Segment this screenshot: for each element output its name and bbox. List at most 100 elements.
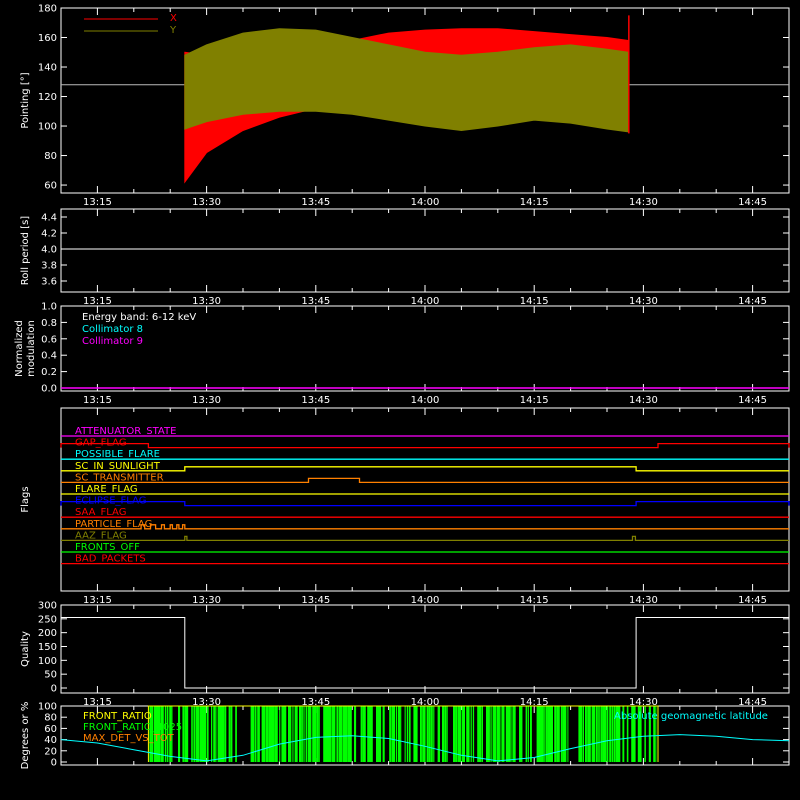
front-ratio-1025-bar — [263, 706, 266, 762]
front-ratio-1025-bar — [461, 706, 465, 762]
front-ratio-1025-bar — [360, 706, 363, 762]
front-ratio-1025-bar — [609, 706, 611, 762]
flag-label: ATTENUATOR_STATE — [75, 426, 176, 437]
front-ratio-1025-bar — [585, 706, 587, 762]
pointing-ytick-label: 160 — [38, 33, 57, 44]
front-ratio-1025-bar — [378, 706, 382, 762]
front-ratio-1025-bar — [314, 706, 317, 762]
modulation-xtick-label: 14:00 — [411, 395, 440, 406]
panel-roll: 13:15 13:30 13:45 14:00 14:15 14:30 14:45 3.6 3.… — [20, 208, 790, 307]
front-ratio-1025-bar — [499, 706, 501, 762]
ratios-ytick-label: 100 — [38, 702, 57, 713]
flag-label: AAZ_FLAG — [75, 530, 127, 541]
flag-label: SAA_FLAG — [75, 507, 126, 518]
front-ratio-1025-bar — [299, 706, 302, 762]
front-ratio-1025-bar — [558, 706, 560, 762]
front-ratio-1025-bar — [222, 706, 225, 762]
quality-ylabel: Quality — [20, 631, 31, 667]
roll-xtick-label: 13:15 — [83, 296, 112, 307]
flag-label: BAD_PACKETS — [75, 554, 146, 565]
front-ratio-1025-bar — [274, 706, 278, 762]
front-ratio-1025-bar — [508, 706, 510, 762]
front-ratio-1025-bar — [336, 706, 339, 762]
front-ratio-1025-bar — [545, 706, 548, 762]
pointing-xtick-label: 13:15 — [83, 197, 112, 208]
quality-ytick-label: 250 — [38, 614, 57, 625]
roll-ytick-label: 4.0 — [41, 245, 57, 256]
front-ratio-1025-bar — [598, 706, 600, 762]
front-ratio-1025-bar — [589, 706, 591, 762]
front-ratio-1025-bar — [442, 706, 444, 762]
roll-xtick-label: 14:30 — [629, 296, 658, 307]
quality-frame — [60, 604, 790, 694]
front-ratio-1025-bar — [479, 706, 482, 762]
front-ratio-1025-bar — [257, 706, 260, 762]
pointing-ytick-label: 60 — [44, 181, 57, 192]
flag-line-sc_transmitter — [61, 477, 789, 484]
flags-ylabel: Flags — [20, 486, 31, 512]
modulation-xtick-label: 14:45 — [738, 395, 767, 406]
flag-line-sc_in_sunlight — [61, 466, 789, 472]
front-ratio-1025-bar — [400, 706, 402, 762]
front-ratio-1025-bar — [301, 706, 303, 762]
flag-label: SC_TRANSMITTER — [75, 472, 164, 483]
front-ratio-1025-bar — [345, 706, 348, 762]
quality-ytick-label: 300 — [38, 601, 57, 612]
modulation-ytick-label: 0.4 — [41, 351, 57, 362]
quality-ytick-label: 150 — [38, 642, 57, 653]
front-ratio-1025-bar — [604, 706, 607, 762]
quality-ytick-label: 200 — [38, 628, 57, 639]
roll-ytick-label: 3.8 — [41, 261, 57, 272]
front-ratio-1025-bar — [215, 706, 217, 762]
panel-quality: 13:15 13:30 13:45 14:00 14:15 14:30 14:4505010… — [20, 601, 790, 708]
front-ratio-1025-bar — [404, 706, 406, 762]
flag-line-particle_flag — [61, 524, 789, 530]
front-ratio-1025-bar — [472, 706, 475, 762]
front-ratio-1025-bar — [505, 706, 509, 762]
flag-label: PARTICLE_FLAG — [75, 519, 152, 530]
ratios-ytick-label: 20 — [44, 746, 57, 757]
front-ratio-1025-bar — [426, 706, 429, 762]
front-ratio-1025-bar — [582, 706, 584, 762]
front-ratio-1025-bar — [329, 706, 332, 762]
front-ratio-1025-bar — [580, 706, 583, 762]
quality-ytick-label: 100 — [38, 656, 57, 667]
front-ratio-1025-bar — [349, 706, 352, 762]
flag-label: SC_IN_SUNLIGHT — [75, 461, 161, 472]
front-ratio-1025-bar — [538, 706, 541, 762]
pointing-legend-label: Y — [169, 25, 177, 36]
front-ratio-1025-bar — [283, 706, 287, 762]
panel-modulation: 13:15 13:30 13:45 14:00 14:15 14:30 14:45 0.0 0.… — [14, 302, 790, 406]
front-ratio-1025-bar — [305, 706, 308, 762]
front-ratio-1025-bar — [556, 706, 559, 762]
pointing-ytick-label: 140 — [38, 63, 57, 74]
front-ratio-1025-bar — [554, 706, 557, 762]
modulation-legend-label: Energy band: 6-12 keV — [82, 312, 196, 323]
front-ratio-1025-bar — [611, 706, 614, 762]
modulation-ytick-label: 0.6 — [41, 334, 57, 345]
front-ratio-1025-bar — [530, 706, 532, 762]
flag-label: FLARE_FLAG — [75, 484, 138, 495]
front-ratio-1025-bar — [420, 706, 422, 762]
front-ratio-1025-bar — [389, 706, 392, 762]
front-ratio-1025-bar — [318, 706, 320, 762]
front-ratio-1025-bar — [541, 706, 544, 762]
flag-label: POSSIBLE_FLARE — [75, 449, 160, 460]
quality-ytick-label: 50 — [44, 670, 57, 681]
modulation-xtick-label: 13:45 — [301, 395, 330, 406]
front-ratio-1025-bar — [230, 706, 233, 762]
ratios-ytick-label: 0 — [51, 758, 57, 769]
ratios-ylabel: Degrees or % — [20, 702, 31, 770]
panel-ratios: 020406080100 Degrees or % FRONT_RATIOFRONT… — [20, 702, 790, 770]
front-ratio-1025-bar — [512, 706, 516, 762]
front-ratio-1025-bar — [470, 706, 472, 762]
modulation-ytick-label: 0.2 — [41, 367, 57, 378]
modulation-legend-label: Collimator 8 — [82, 324, 143, 335]
front-ratio-1025-bar — [191, 706, 193, 762]
front-ratio-1025-bar — [272, 706, 275, 762]
front-ratio-1025-bar — [211, 706, 213, 762]
pointing-xtick-label: 14:45 — [738, 197, 767, 208]
front-ratio-1025-bar — [459, 706, 462, 762]
front-ratio-1025-bar — [290, 706, 292, 762]
front-ratio-1025-bar — [182, 706, 185, 762]
